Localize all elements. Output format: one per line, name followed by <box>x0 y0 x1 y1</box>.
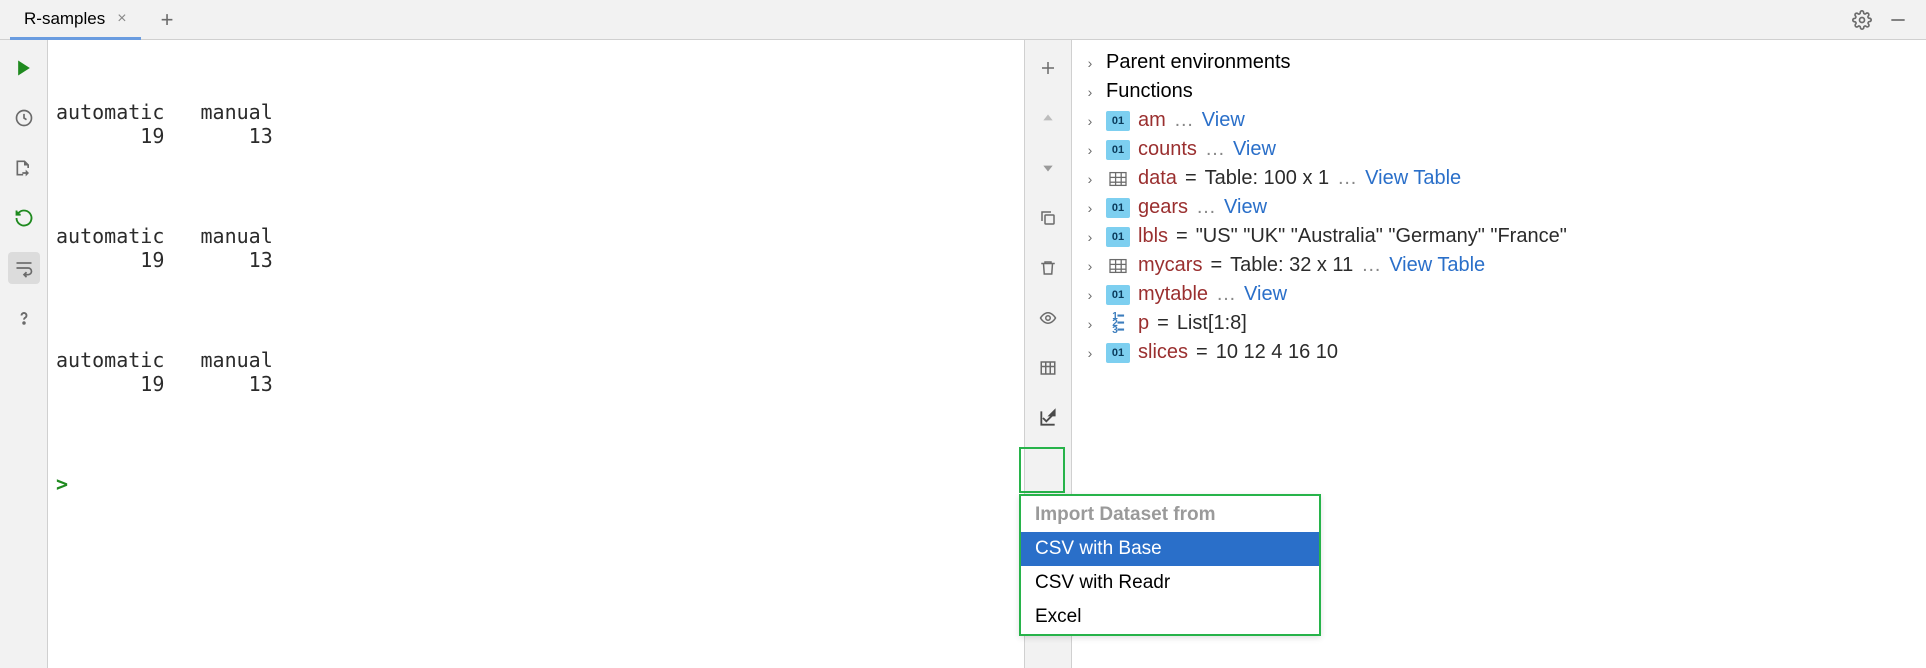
help-icon[interactable] <box>8 302 40 334</box>
add-icon[interactable] <box>1032 52 1064 84</box>
variable-name: mycars <box>1138 254 1202 277</box>
variable-value: Table: 100 x 1 <box>1205 167 1330 190</box>
chevron-right-icon[interactable]: › <box>1082 171 1098 187</box>
list-badge-icon: 1━2━3━ <box>1106 314 1130 334</box>
import-dataset-menu: Import Dataset from CSV with Base CSV wi… <box>1019 494 1321 636</box>
chevron-right-icon[interactable]: › <box>1082 55 1098 71</box>
view-link[interactable]: View <box>1224 196 1267 219</box>
view-link[interactable]: View <box>1233 138 1276 161</box>
eq: = <box>1176 225 1188 248</box>
variable-name: counts <box>1138 138 1197 161</box>
console-output[interactable]: automatic manual 19 13 automatic manual … <box>48 40 1024 668</box>
ellipsis: … <box>1361 254 1381 277</box>
view-table-link[interactable]: View Table <box>1365 167 1461 190</box>
ellipsis: … <box>1337 167 1357 190</box>
num-badge-icon: 01 <box>1106 285 1130 305</box>
num-badge-icon: 01 <box>1106 140 1130 160</box>
ellipsis: … <box>1216 283 1236 306</box>
eq: = <box>1157 312 1169 335</box>
dropdown-header: Import Dataset from <box>1021 496 1319 532</box>
export-icon[interactable] <box>8 152 40 184</box>
section-label: Parent environments <box>1106 51 1291 74</box>
eq: = <box>1210 254 1222 277</box>
dropdown-item-csv-base[interactable]: CSV with Base <box>1021 532 1319 566</box>
copy-icon[interactable] <box>1032 202 1064 234</box>
chevron-right-icon[interactable]: › <box>1082 316 1098 332</box>
add-tab-button[interactable]: + <box>161 7 174 33</box>
table-view-icon[interactable] <box>1032 352 1064 384</box>
view-table-link[interactable]: View Table <box>1389 254 1485 277</box>
view-link[interactable]: View <box>1202 109 1245 132</box>
history-icon[interactable] <box>8 102 40 134</box>
chevron-right-icon[interactable]: › <box>1082 200 1098 216</box>
variable-name: p <box>1138 312 1149 335</box>
variable-value: "US" "UK" "Australia" "Germany" "France" <box>1196 225 1567 248</box>
dropdown-item-csv-readr[interactable]: CSV with Readr <box>1021 566 1319 600</box>
console-gutter <box>0 40 48 668</box>
down-icon[interactable] <box>1032 152 1064 184</box>
variable-name: gears <box>1138 196 1188 219</box>
ellipsis: … <box>1205 138 1225 161</box>
variable-row[interactable]: › 01 slices = 10 12 4 16 10 <box>1072 338 1926 367</box>
variable-row[interactable]: › 01 lbls = "US" "UK" "Australia" "Germa… <box>1072 222 1926 251</box>
num-badge-icon: 01 <box>1106 111 1130 131</box>
variable-value: Table: 32 x 11 <box>1230 254 1353 277</box>
table-badge-icon <box>1106 169 1130 189</box>
variable-name: am <box>1138 109 1166 132</box>
run-icon[interactable] <box>8 52 40 84</box>
eq: = <box>1185 167 1197 190</box>
chevron-right-icon[interactable]: › <box>1082 345 1098 361</box>
chevron-right-icon[interactable]: › <box>1082 113 1098 129</box>
visibility-icon[interactable] <box>1032 302 1064 334</box>
variable-row[interactable]: › 01 am … View <box>1072 106 1926 135</box>
chevron-right-icon[interactable]: › <box>1082 287 1098 303</box>
chevron-right-icon[interactable]: › <box>1082 142 1098 158</box>
gear-icon[interactable] <box>1852 10 1872 30</box>
variable-name: mytable <box>1138 283 1208 306</box>
up-icon[interactable] <box>1032 102 1064 134</box>
tab-r-samples[interactable]: R-samples × <box>10 2 141 40</box>
restart-icon[interactable] <box>8 202 40 234</box>
eq: = <box>1196 341 1208 364</box>
dropdown-item-excel[interactable]: Excel <box>1021 600 1319 634</box>
variable-row[interactable]: › data = Table: 100 x 1 … View Table <box>1072 164 1926 193</box>
variable-value: 10 12 4 16 10 <box>1216 341 1338 364</box>
console-block: automatic manual 19 13 <box>56 224 1016 272</box>
variable-row[interactable]: › 1━2━3━ p = List[1:8] <box>1072 309 1926 338</box>
num-badge-icon: 01 <box>1106 227 1130 247</box>
import-dataset-icon[interactable] <box>1032 402 1064 434</box>
chevron-right-icon[interactable]: › <box>1082 229 1098 245</box>
vars-section[interactable]: › Parent environments <box>1072 48 1926 77</box>
tab-title: R-samples <box>24 9 105 29</box>
console-prompt[interactable]: > <box>56 472 68 496</box>
close-icon[interactable]: × <box>117 10 126 28</box>
minimize-icon[interactable] <box>1888 10 1908 30</box>
num-badge-icon: 01 <box>1106 198 1130 218</box>
console-block: automatic manual 19 13 <box>56 100 1016 148</box>
soft-wrap-icon[interactable] <box>8 252 40 284</box>
vars-section[interactable]: › Functions <box>1072 77 1926 106</box>
variable-name: data <box>1138 167 1177 190</box>
tab-bar: R-samples × + <box>0 0 1926 40</box>
chevron-right-icon[interactable]: › <box>1082 84 1098 100</box>
ellipsis: … <box>1196 196 1216 219</box>
view-link[interactable]: View <box>1244 283 1287 306</box>
console-block: automatic manual 19 13 <box>56 348 1016 396</box>
variable-value: List[1:8] <box>1177 312 1247 335</box>
delete-icon[interactable] <box>1032 252 1064 284</box>
variable-row[interactable]: › mycars = Table: 32 x 11 … View Table <box>1072 251 1926 280</box>
num-badge-icon: 01 <box>1106 343 1130 363</box>
variable-name: lbls <box>1138 225 1168 248</box>
variable-row[interactable]: › 01 mytable … View <box>1072 280 1926 309</box>
section-label: Functions <box>1106 80 1193 103</box>
variable-name: slices <box>1138 341 1188 364</box>
variable-row[interactable]: › 01 gears … View <box>1072 193 1926 222</box>
ellipsis: … <box>1174 109 1194 132</box>
variable-row[interactable]: › 01 counts … View <box>1072 135 1926 164</box>
chevron-right-icon[interactable]: › <box>1082 258 1098 274</box>
table-badge-icon <box>1106 256 1130 276</box>
